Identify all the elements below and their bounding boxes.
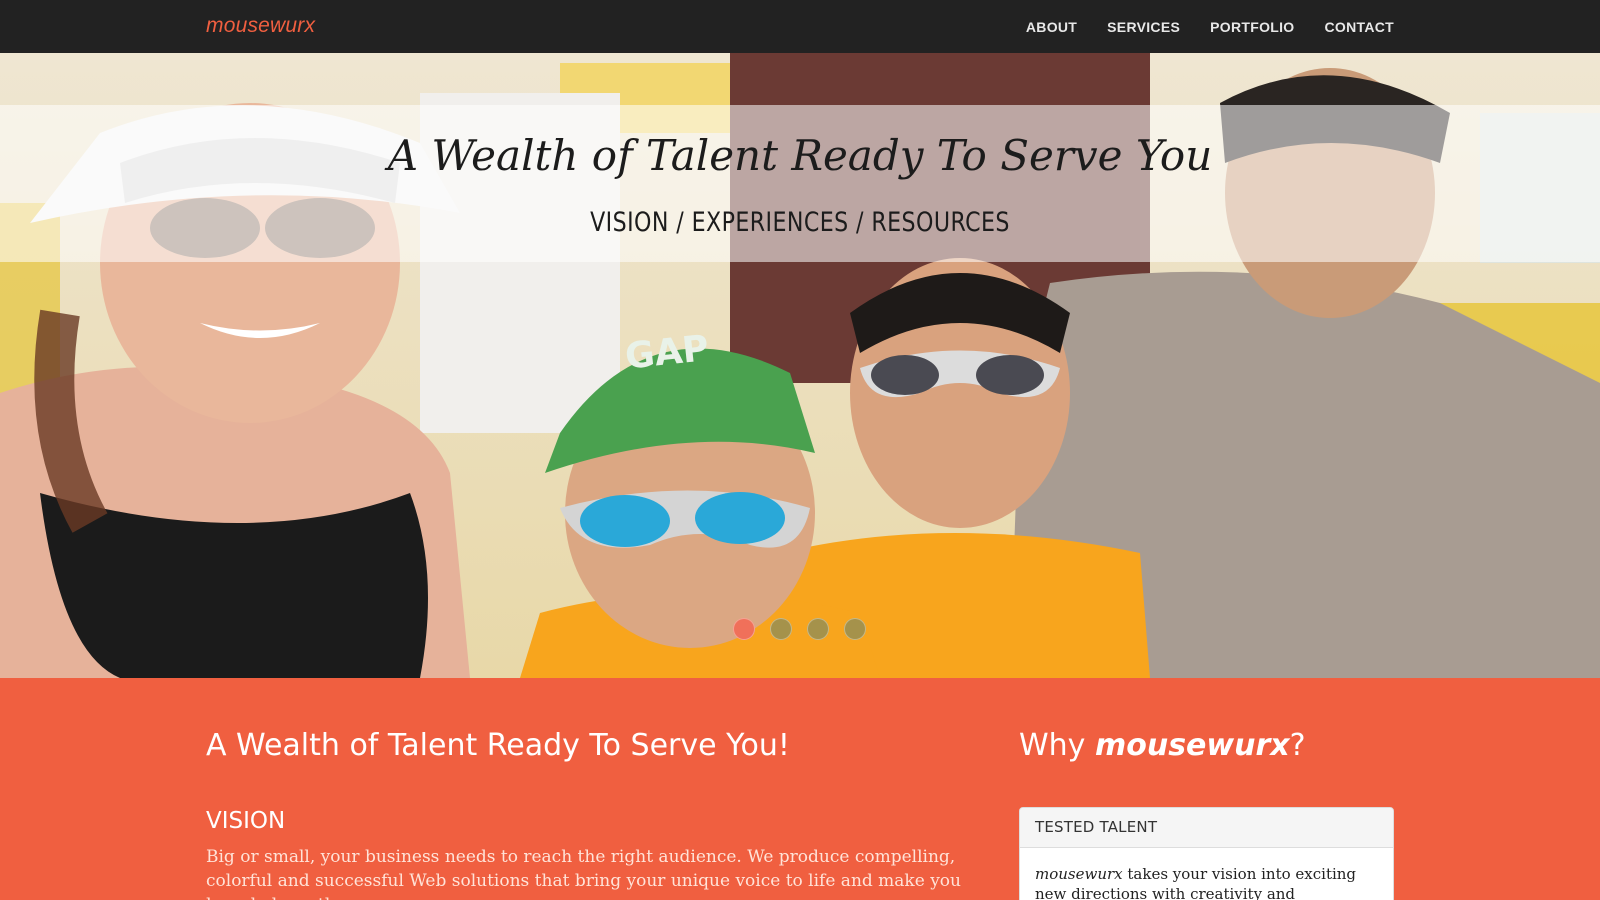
card-body: mousewurx takes your vision into excitin…: [1020, 848, 1393, 900]
brand-logo[interactable]: mousewurx: [206, 14, 315, 38]
why-heading-brand: mousewurx: [1094, 728, 1290, 763]
intro-section: A Wealth of Talent Ready To Serve You! V…: [0, 678, 1600, 900]
tested-talent-card: TESTED TALENT mousewurx takes your visio…: [1019, 807, 1394, 900]
nav-link-services[interactable]: SERVICES: [1107, 19, 1180, 35]
carousel-dot-3[interactable]: [807, 618, 829, 640]
navbar: mousewurx ABOUT SERVICES PORTFOLIO CONTA…: [0, 0, 1600, 53]
hero-caption: A Wealth of Talent Ready To Serve You VI…: [0, 105, 1600, 262]
carousel-dot-1[interactable]: [733, 618, 755, 640]
vision-heading: VISION: [206, 808, 286, 834]
card-title: TESTED TALENT: [1020, 808, 1393, 848]
carousel-indicators: [733, 618, 866, 640]
card-brand: mousewurx: [1035, 865, 1123, 883]
carousel-dot-4[interactable]: [844, 618, 866, 640]
nav-link-portfolio[interactable]: PORTFOLIO: [1210, 19, 1294, 35]
carousel-dot-2[interactable]: [770, 618, 792, 640]
why-heading-suffix: ?: [1289, 728, 1306, 763]
nav-link-contact[interactable]: CONTACT: [1325, 19, 1395, 35]
why-heading: Why mousewurx?: [1019, 728, 1306, 763]
svg-text:GAP: GAP: [623, 328, 711, 378]
hero-carousel: GAP A Wealth of Talent Ready To Serve Yo…: [0, 53, 1600, 678]
hero-title: A Wealth of Talent Ready To Serve You: [387, 131, 1213, 180]
nav-links: ABOUT SERVICES PORTFOLIO CONTACT: [1026, 0, 1394, 53]
why-heading-prefix: Why: [1019, 728, 1095, 763]
intro-heading: A Wealth of Talent Ready To Serve You!: [206, 728, 790, 763]
hero-subtitle: VISION / EXPERIENCES / RESOURCES: [590, 207, 1010, 238]
vision-text: Big or small, your business needs to rea…: [206, 847, 961, 900]
nav-link-about[interactable]: ABOUT: [1026, 19, 1077, 35]
